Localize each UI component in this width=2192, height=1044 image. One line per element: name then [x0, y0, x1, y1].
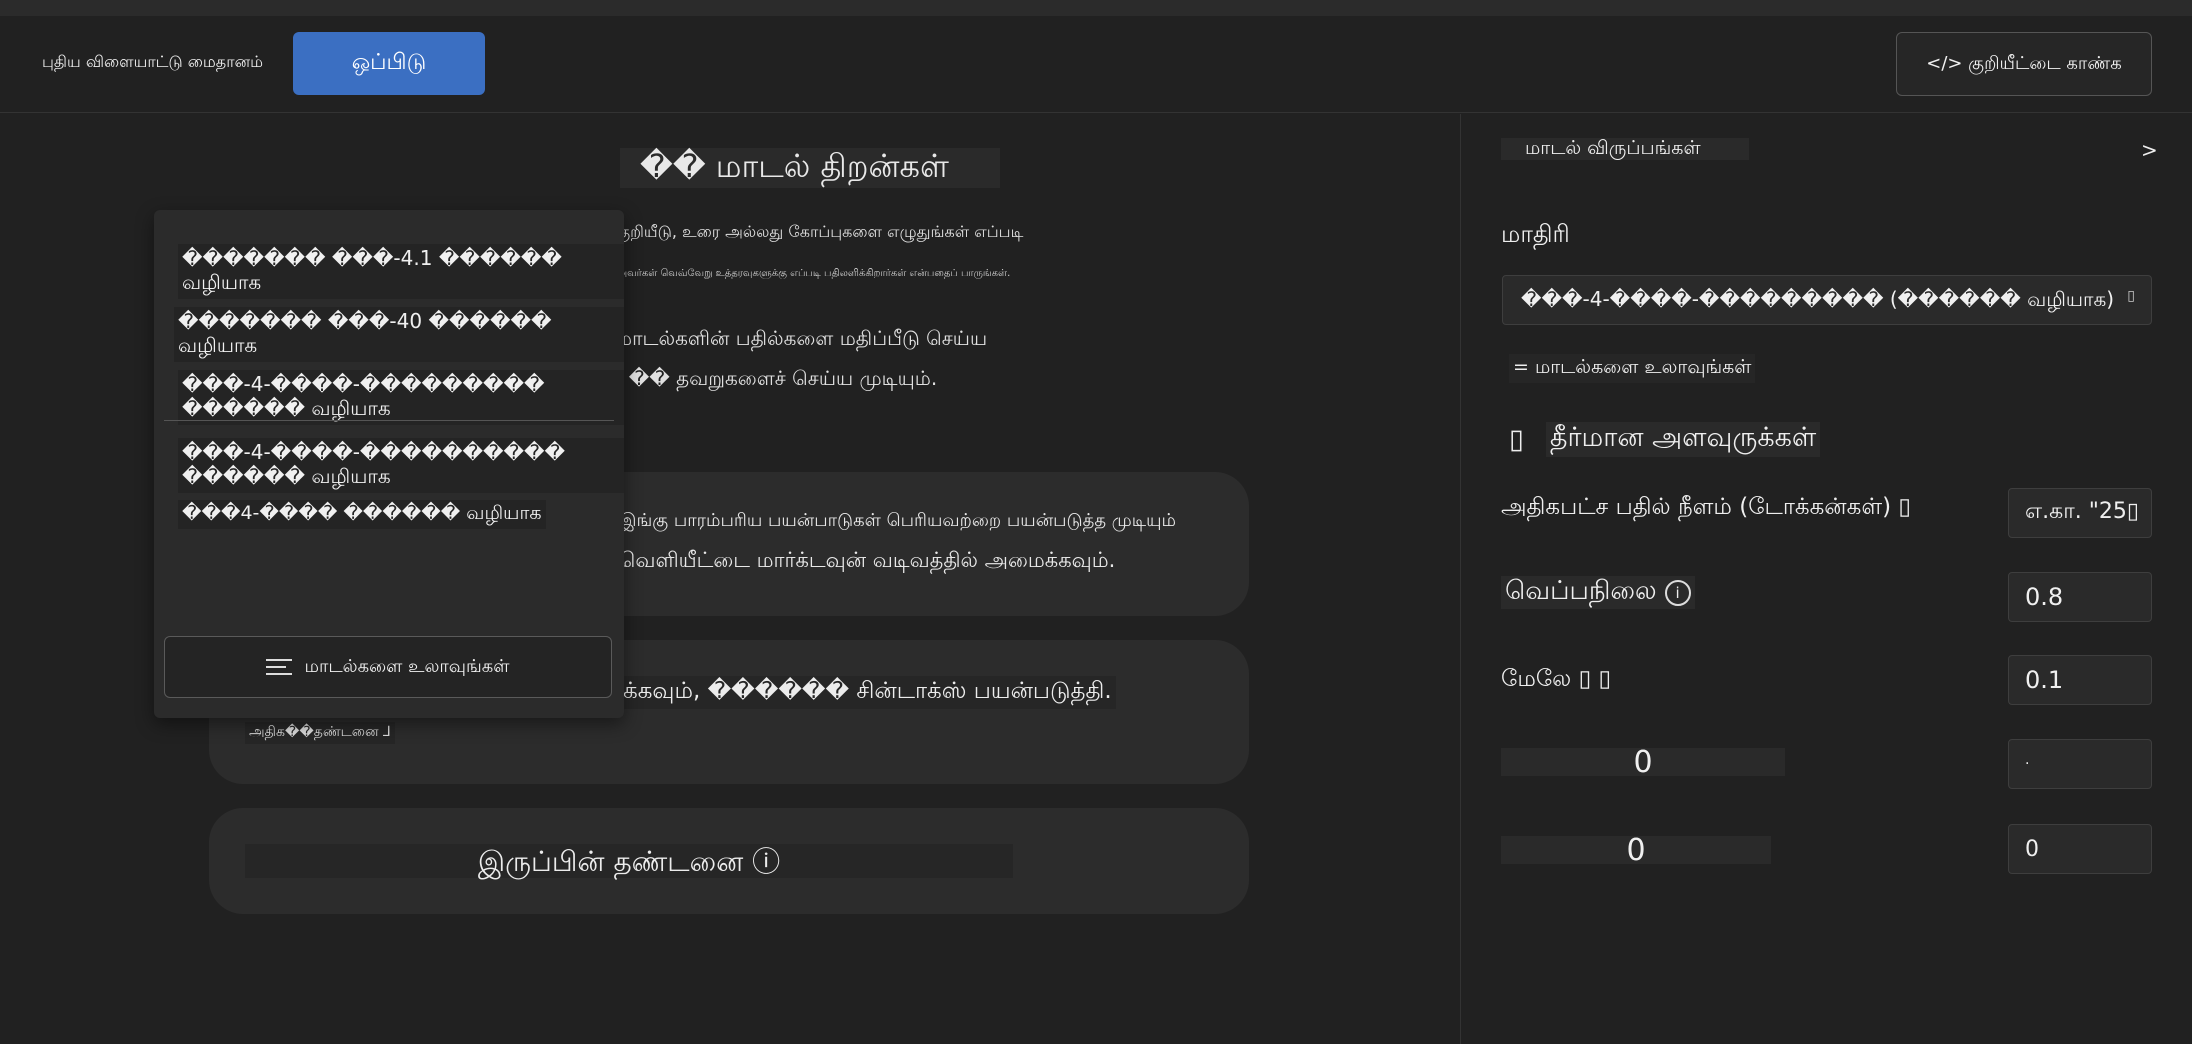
dropdown-item-model[interactable]: ������� ���-4.1 ������ வழியாக	[178, 244, 624, 299]
window-top-strip	[0, 0, 2192, 16]
info-icon[interactable]: i	[1664, 579, 1691, 606]
description-line-4: · �� தவறுகளைச் செய்ய முடியும்.	[616, 366, 938, 390]
page-title: �� மாடல் திறன்கள்	[620, 147, 1000, 188]
dropdown-item-model[interactable]: ���-4-����-��������� ������ வழியாக	[178, 370, 624, 425]
prompt-card-text: இருப்பின் தண்டனை ⓘ	[245, 844, 1013, 878]
prompt-card-presence[interactable]: இருப்பின் தண்டனை ⓘ	[209, 808, 1249, 914]
top-p-label: மேலே ▯ ▯	[1501, 666, 1612, 692]
top-p-input[interactable]: 0.1	[2008, 655, 2152, 705]
description-line-2: அவர்கள் வெவ்வேறு உத்தரவுகளுக்கு எப்படி ப…	[616, 268, 1011, 279]
description-line-1: குறியீடு, உரை அல்லது கோப்புகளை எழுதுங்கள…	[616, 222, 1024, 241]
dropdown-caret-icon: ▯	[2127, 288, 2135, 304]
compare-button[interactable]: ஒப்பிடு	[293, 32, 485, 95]
model-label: மாதிரி	[1501, 220, 1570, 248]
browse-models-button[interactable]: மாடல்களை உலாவுங்கள்	[164, 636, 612, 698]
parameters-header: ▯ தீர்மான அளவுருக்கள்	[1509, 422, 1821, 457]
view-code-button[interactable]: </> குறியீட்டை காண்க	[1896, 32, 2152, 96]
brand-title: புதிய விளையாட்டு மைதானம்	[42, 52, 263, 71]
presence-penalty-input[interactable]: 0	[2008, 824, 2152, 874]
preferences-header[interactable]: மாடல் விருப்பங்கள்	[1501, 137, 1749, 160]
dropdown-item-model[interactable]: ���4-���� ������ வழியாக	[178, 500, 546, 529]
prompt-card-text: இங்கு பாரம்பரிய பயன்பாடுகள் பெரியவற்றை ப…	[619, 510, 1177, 531]
temperature-label-row: வெப்பநிலை i	[1501, 576, 1695, 609]
description-line-3: மாடல்களின் பதில்களை மதிப்பீடு செய்ய	[616, 326, 988, 350]
frequency-penalty-input[interactable]: ·	[2008, 739, 2152, 789]
max-tokens-input[interactable]: எ.கா. "25▯	[2008, 488, 2152, 538]
dropdown-divider	[164, 420, 614, 421]
dropdown-item-model[interactable]: ���-4-����-���������� ������ வழியாக	[178, 438, 624, 493]
browse-models-label: மாடல்களை உலாவுங்கள்	[304, 655, 510, 677]
parameters-title: தீர்மான அளவுருக்கள்	[1545, 422, 1821, 457]
temperature-input[interactable]: 0.8	[2008, 572, 2152, 622]
presence-penalty-label: 0	[1501, 833, 1771, 868]
model-select[interactable]: ���-4-����-��������� (������ வழியாக) ▯	[1502, 275, 2152, 325]
chevron-right-icon[interactable]: >	[2141, 138, 2158, 162]
header-bar: புதிய விளையாட்டு மைதானம் ஒப்பிடு </> குற…	[0, 16, 2192, 113]
parameters-icon: ▯	[1509, 424, 1524, 455]
main-area: �� மாடல் திறன்கள் குறியீடு, உரை அல்லது க…	[0, 114, 1460, 1044]
prompt-card-subtext: வெளியீட்டை மார்க்டவுன் வடிவத்தில் அமைக்க…	[619, 548, 1116, 572]
max-tokens-label: அதிகபட்ச பதில் நீளம் (டோக்கன்கள்) ▯	[1501, 494, 1912, 520]
temperature-label: வெப்பநிலை	[1505, 576, 1657, 606]
model-dropdown-menu: ������� ���-4.1 ������ வழியாக ������� ��…	[154, 210, 624, 718]
frequency-penalty-label: 0	[1501, 745, 1785, 780]
menu-lines-icon	[266, 658, 293, 676]
prompt-card-subtext: அதிக��தண்டனை ⅃	[245, 722, 395, 744]
browse-models-link[interactable]: = மாடல்களை உலாவுங்கள்	[1509, 354, 1756, 383]
dropdown-item-model[interactable]: ������� ���-40 ������ வழியாக	[174, 307, 624, 362]
model-select-value: ���-4-����-��������� (������ வழியாக)	[1521, 286, 2115, 311]
